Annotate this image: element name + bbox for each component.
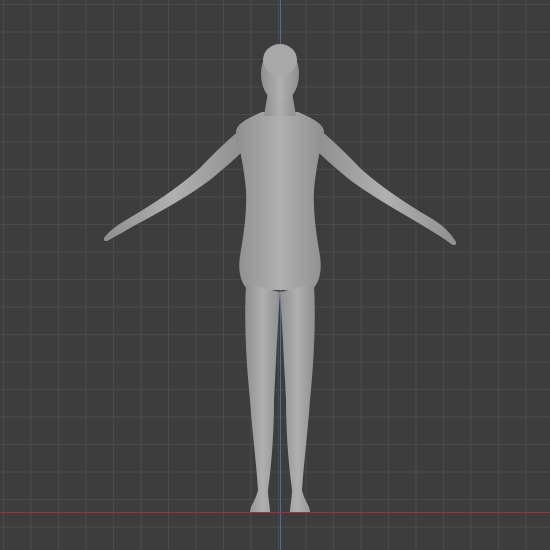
- 3d-viewport[interactable]: [0, 0, 550, 550]
- torso-mesh: [236, 112, 324, 290]
- left-arm-mesh: [103, 128, 244, 242]
- right-leg-mesh: [280, 284, 315, 512]
- right-arm-mesh: [316, 128, 457, 246]
- left-leg-mesh: [245, 284, 280, 512]
- humanoid-model-icon[interactable]: [0, 0, 550, 550]
- head-mesh-top: [263, 44, 297, 76]
